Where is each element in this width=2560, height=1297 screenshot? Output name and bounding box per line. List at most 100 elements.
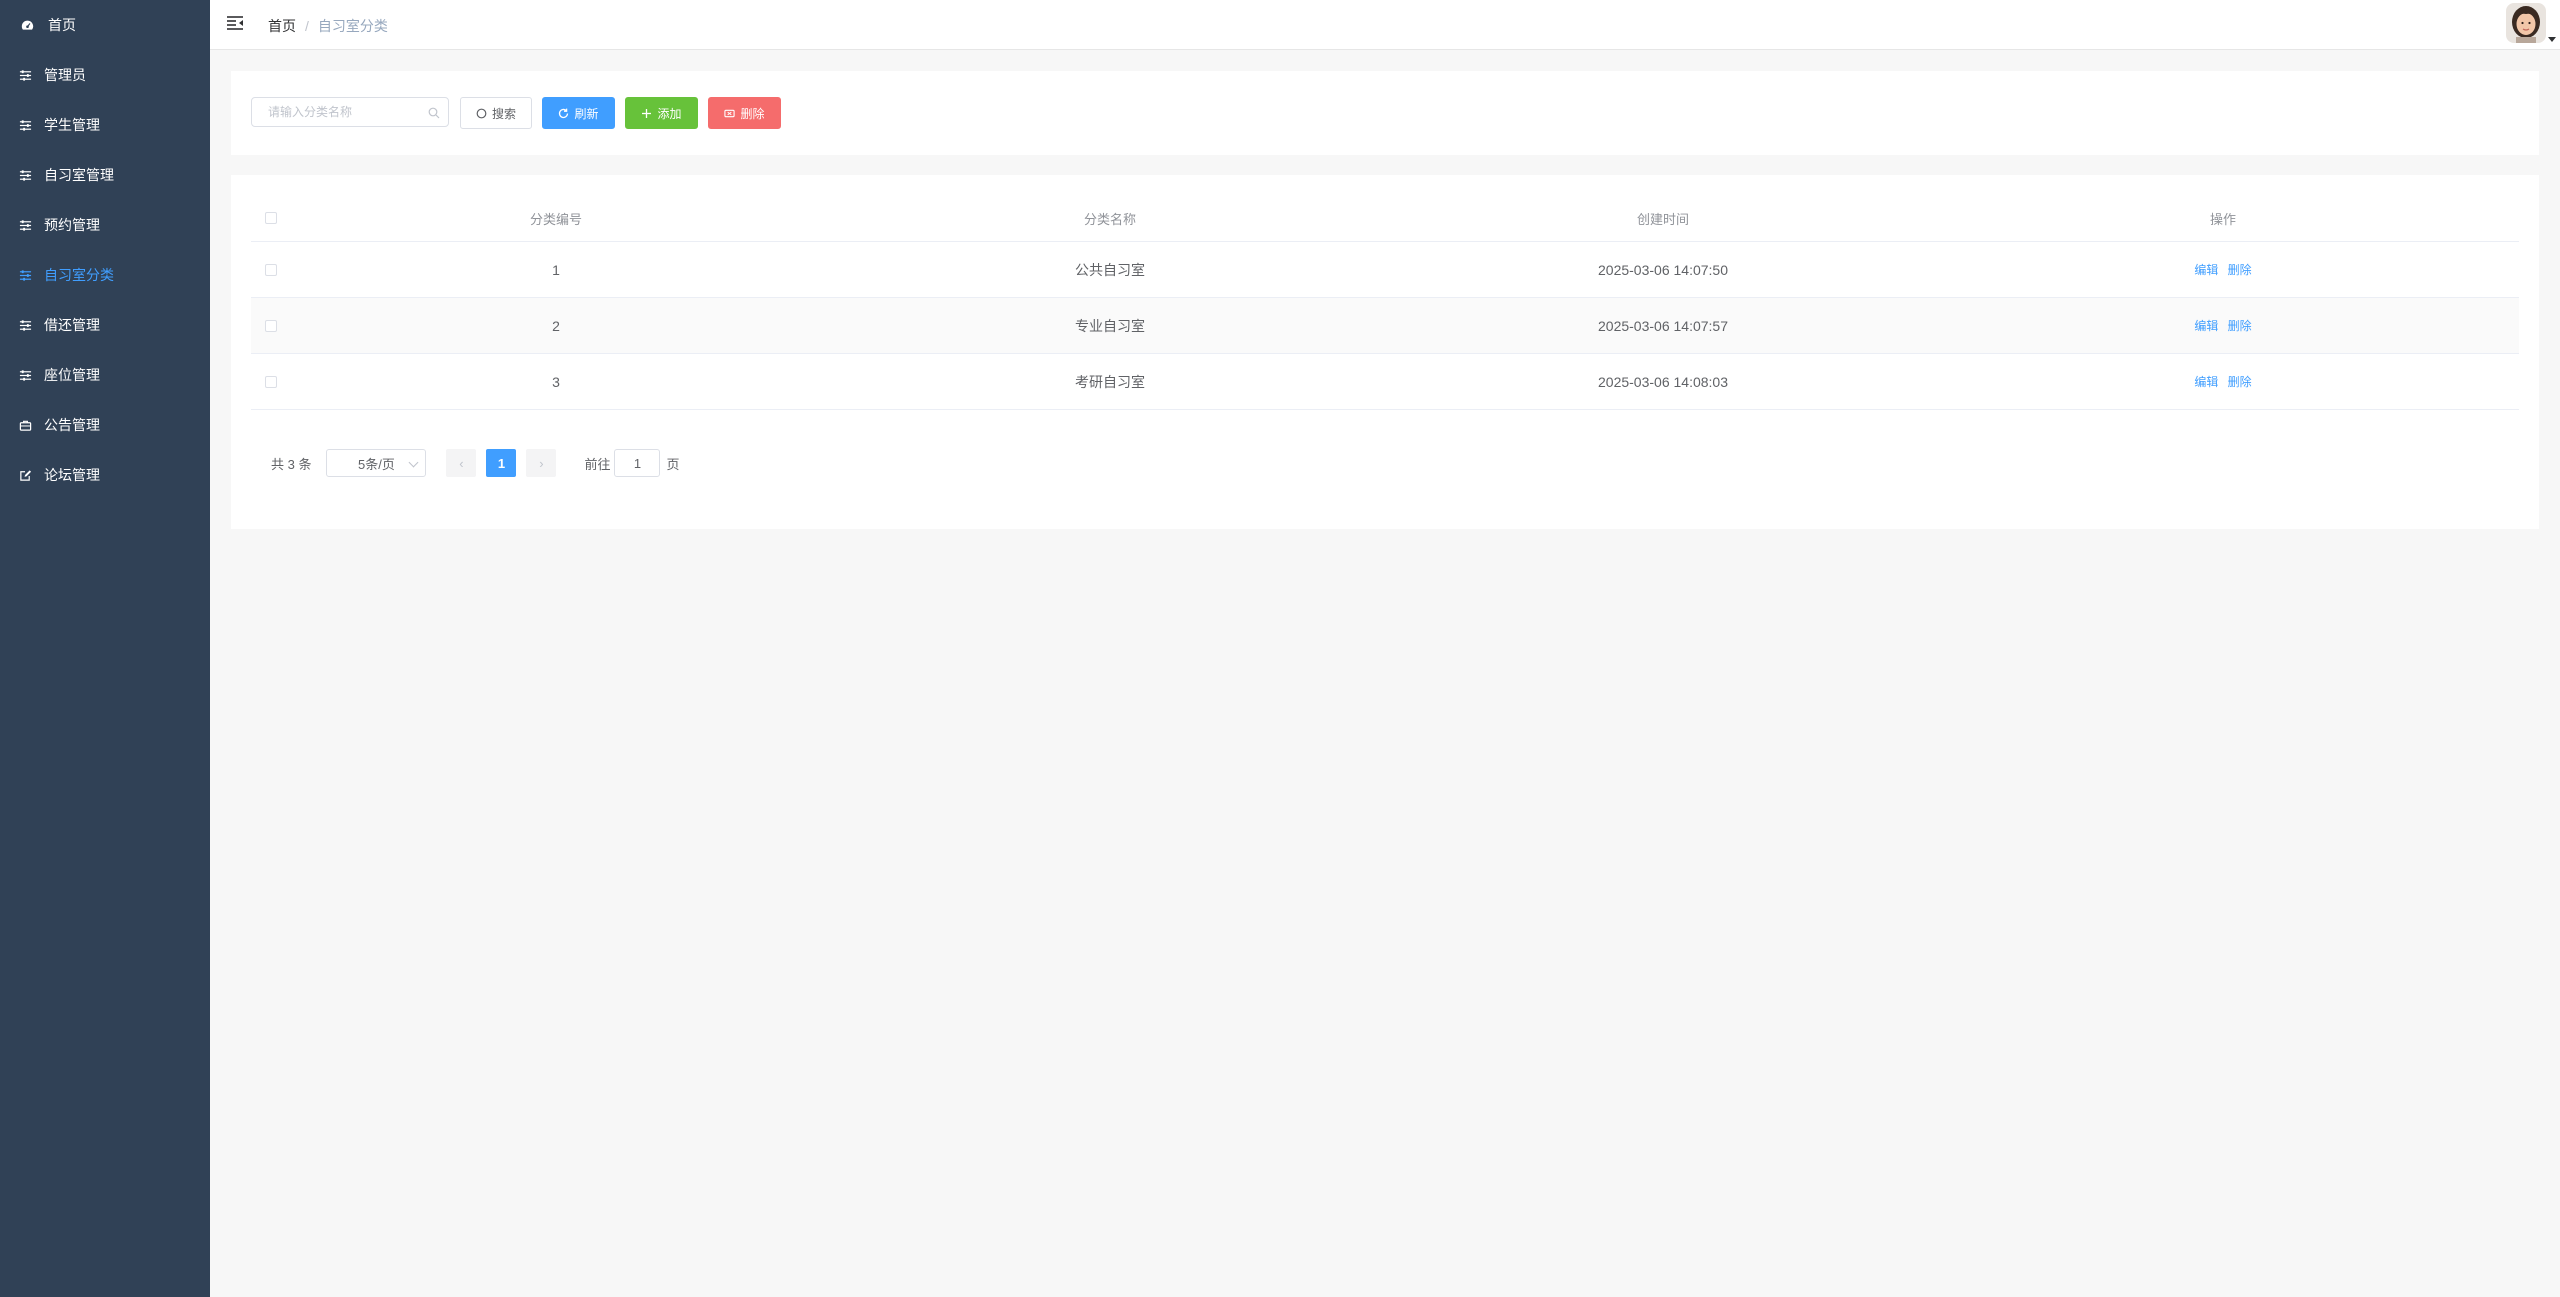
- sliders-icon: [18, 218, 32, 232]
- chevron-down-icon: [409, 457, 419, 468]
- sliders-icon: [18, 118, 32, 132]
- delete-icon: [724, 109, 736, 117]
- sliders-icon: [18, 168, 32, 182]
- row-actions: 编辑 删除: [1927, 373, 2519, 390]
- sliders-icon: [18, 268, 32, 282]
- row-select-cell: [251, 375, 291, 388]
- delete-link[interactable]: 删除: [2228, 263, 2252, 277]
- row-actions: 编辑 删除: [1927, 261, 2519, 278]
- delete-link[interactable]: 删除: [2228, 375, 2252, 389]
- sidebar-item-label: 公告管理: [44, 417, 100, 433]
- breadcrumb-home[interactable]: 首页: [268, 16, 296, 36]
- sidebar-item-label: 学生管理: [44, 117, 100, 133]
- sidebar: 首页 管理员 学生管理 自习室管理 预约管理 自习室分类 借还管理 座位管理 公…: [0, 0, 210, 1297]
- sidebar-item-forum[interactable]: 论坛管理: [0, 450, 210, 500]
- delete-link[interactable]: 删除: [2228, 319, 2252, 333]
- chevron-left-icon: ‹: [459, 455, 464, 471]
- avatar[interactable]: [2506, 3, 2546, 43]
- page-number-current[interactable]: 1: [486, 449, 517, 477]
- table-row: 1 公共自习室 2025-03-06 14:07:50 编辑 删除: [251, 242, 2519, 298]
- sidebar-item-home[interactable]: 首页: [0, 0, 210, 50]
- category-search-field[interactable]: [251, 97, 449, 127]
- created-time: 2025-03-06 14:07:50: [1598, 261, 1728, 278]
- goto-page-input[interactable]: [614, 449, 661, 477]
- category-id: 1: [552, 261, 560, 278]
- next-page-button[interactable]: ›: [526, 449, 557, 477]
- add-button[interactable]: 添加: [625, 97, 698, 129]
- table-row: 2 专业自习室 2025-03-06 14:07:57 编辑 删除: [251, 298, 2519, 354]
- table-card: 分类编号 分类名称 创建时间 操作 1 公共自习室 2025-03-06 14:…: [231, 175, 2539, 529]
- sidebar-item-label: 自习室分类: [44, 267, 114, 283]
- refresh-button[interactable]: 刷新: [542, 97, 615, 129]
- row-select-cell: [251, 263, 291, 276]
- sidebar-item-label: 管理员: [44, 67, 86, 83]
- sidebar-item-announcements[interactable]: 公告管理: [0, 400, 210, 450]
- column-header: 分类名称: [1083, 211, 1136, 227]
- column-header: 分类编号: [529, 211, 582, 227]
- sidebar-item-borrow-return[interactable]: 借还管理: [0, 300, 210, 350]
- toolbar-card: 搜索 刷新 添加 删除: [231, 71, 2539, 155]
- search-icon: [428, 106, 440, 119]
- sidebar-item-label: 论坛管理: [44, 467, 100, 483]
- category-name: 考研自习室: [1075, 373, 1145, 390]
- table-row: 3 考研自习室 2025-03-06 14:08:03 编辑 删除: [251, 354, 2519, 410]
- column-header: 操作: [2209, 211, 2236, 227]
- add-button-label: 添加: [657, 106, 682, 121]
- select-all-cell: [251, 212, 291, 224]
- sidebar-item-room-categories[interactable]: 自习室分类: [0, 250, 210, 300]
- sliders-icon: [18, 318, 32, 332]
- category-name: 公共自习室: [1075, 261, 1145, 278]
- bulk-delete-button[interactable]: 删除: [708, 97, 781, 129]
- pagination-total: 共 3 条: [271, 456, 312, 472]
- refresh-icon: [559, 108, 569, 118]
- user-menu[interactable]: [2506, 3, 2556, 43]
- page-size-select[interactable]: 5条/页: [326, 449, 427, 477]
- search-button-label: 搜索: [491, 106, 516, 121]
- row-actions: 编辑 删除: [1927, 317, 2519, 334]
- caret-down-icon: [2548, 37, 2556, 42]
- row-select-cell: [251, 319, 291, 332]
- row-checkbox[interactable]: [265, 375, 277, 388]
- category-id: 2: [552, 317, 560, 334]
- sidebar-item-seats[interactable]: 座位管理: [0, 350, 210, 400]
- search-button[interactable]: 搜索: [460, 97, 532, 129]
- sliders-icon: [18, 68, 32, 82]
- created-time: 2025-03-06 14:07:57: [1598, 317, 1728, 334]
- sidebar-item-students[interactable]: 学生管理: [0, 100, 210, 150]
- sidebar-item-label: 借还管理: [44, 317, 100, 333]
- dashboard-icon: [20, 18, 34, 32]
- edit-link[interactable]: 编辑: [2194, 375, 2218, 389]
- created-time: 2025-03-06 14:08:03: [1598, 373, 1728, 390]
- sidebar-item-admin[interactable]: 管理员: [0, 50, 210, 100]
- page-size-value: 5条/页: [358, 456, 395, 472]
- category-name: 专业自习室: [1075, 317, 1145, 334]
- goto-label: 前往: [584, 456, 611, 472]
- sidebar-item-label: 预约管理: [44, 217, 100, 233]
- chevron-right-icon: ›: [539, 455, 544, 471]
- breadcrumb-separator: /: [305, 18, 309, 34]
- pagination: 共 3 条 5条/页 ‹ 1 › 前往 页: [271, 449, 680, 477]
- sidebar-item-reservations[interactable]: 预约管理: [0, 200, 210, 250]
- table-header-row: 分类编号 分类名称 创建时间 操作: [251, 195, 2519, 242]
- row-checkbox[interactable]: [265, 263, 277, 276]
- category-search-input[interactable]: [266, 104, 430, 120]
- refresh-button-label: 刷新: [574, 106, 599, 121]
- sidebar-item-label: 座位管理: [44, 367, 100, 383]
- edit-link[interactable]: 编辑: [2194, 319, 2218, 333]
- sliders-icon: [18, 368, 32, 382]
- page-suffix: 页: [666, 456, 680, 472]
- edit-link[interactable]: 编辑: [2194, 263, 2218, 277]
- briefcase-icon: [18, 418, 32, 432]
- plus-icon: [642, 108, 652, 118]
- sidebar-item-rooms[interactable]: 自习室管理: [0, 150, 210, 200]
- breadcrumb: 首页 / 自习室分类: [268, 16, 388, 36]
- menu-fold-icon[interactable]: [226, 14, 244, 32]
- column-header: 创建时间: [1636, 211, 1689, 227]
- top-navbar: 首页 / 自习室分类: [210, 0, 2560, 50]
- select-all-checkbox[interactable]: [265, 212, 277, 224]
- prev-page-button[interactable]: ‹: [446, 449, 477, 477]
- category-id: 3: [552, 373, 560, 390]
- row-checkbox[interactable]: [265, 319, 277, 332]
- sidebar-item-label: 首页: [48, 17, 76, 33]
- bulk-delete-button-label: 删除: [740, 106, 765, 121]
